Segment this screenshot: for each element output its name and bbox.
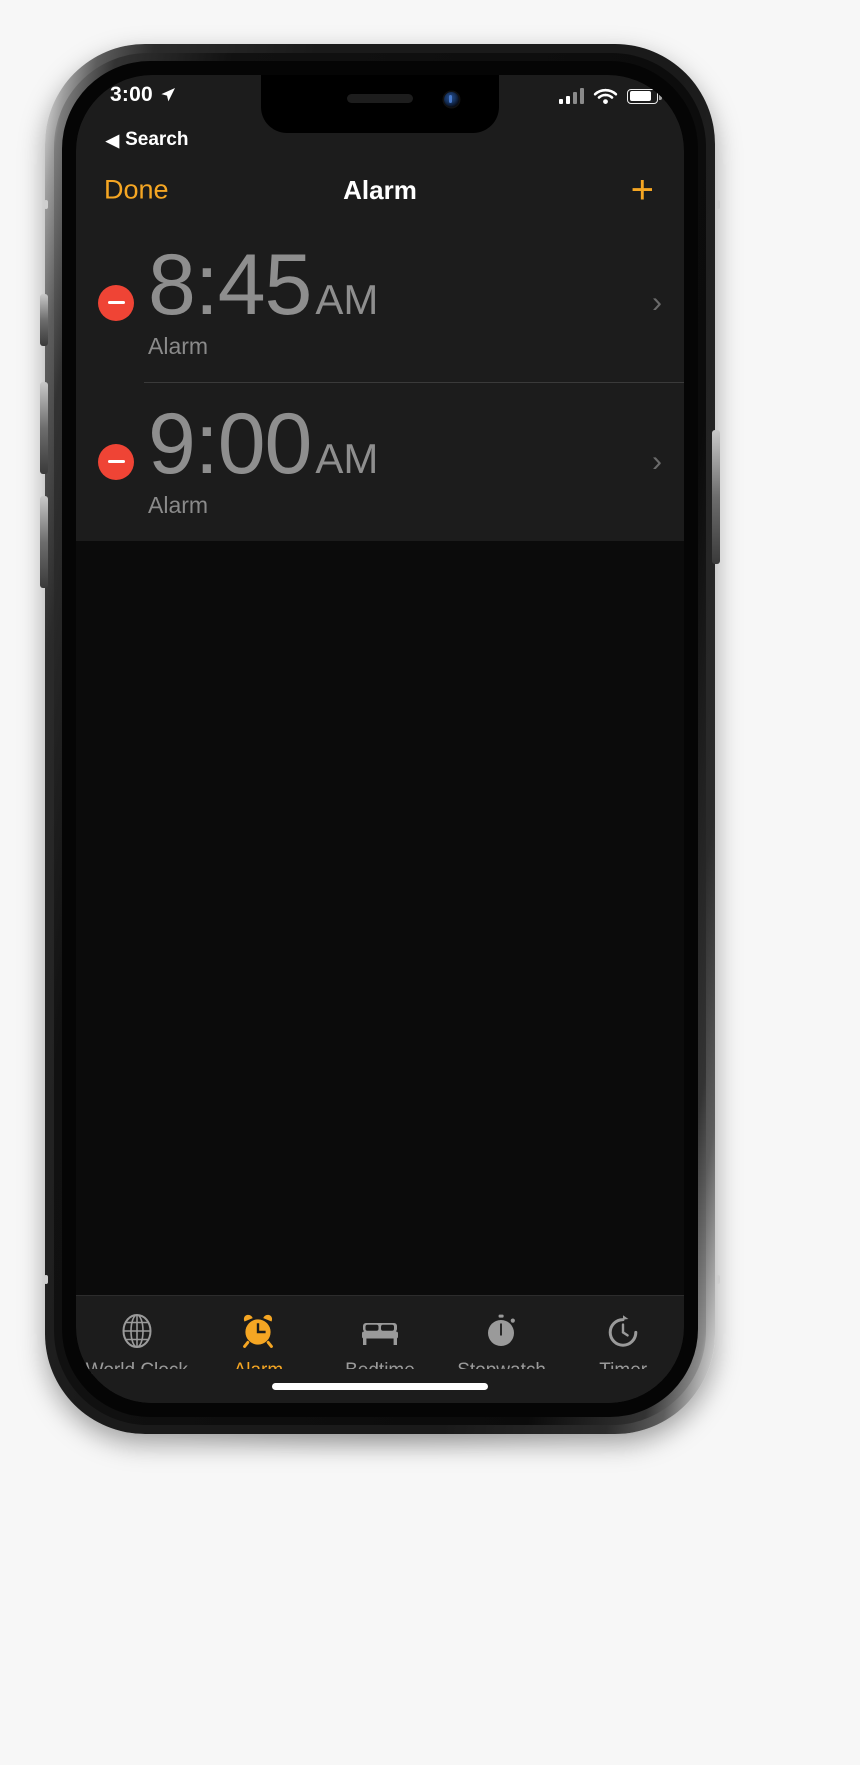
antenna-band <box>44 1275 48 1284</box>
done-button[interactable]: Done <box>104 175 169 206</box>
antenna-band <box>716 1275 720 1284</box>
back-caret-icon: ◀ <box>106 130 120 150</box>
earpiece-speaker <box>347 94 413 103</box>
page-title: Alarm <box>343 174 417 205</box>
status-bar-left: 3:00 <box>110 83 176 107</box>
power-button[interactable] <box>712 430 720 564</box>
chevron-right-icon: › <box>652 285 662 319</box>
add-alarm-button[interactable]: + <box>631 170 654 210</box>
battery-icon <box>627 88 662 104</box>
navigation-bar: Done Alarm + <box>76 157 684 223</box>
clock-app: 3:00 ◀ Search Done Alarm + 8:45 AM Alarm… <box>76 75 684 1403</box>
volume-down-button[interactable] <box>40 496 48 588</box>
alarm-label: Alarm <box>148 491 209 518</box>
row-separator <box>144 382 684 383</box>
alarm-list: 8:45 AM Alarm › 9:00 AM Alarm › <box>76 223 684 541</box>
alarm-info: 9:00 AM Alarm <box>148 396 642 519</box>
minus-circle-icon[interactable] <box>98 443 134 480</box>
status-time: 3:00 <box>110 83 153 106</box>
display-notch <box>261 75 499 133</box>
chevron-right-icon: › <box>652 444 662 478</box>
back-link-label: Search <box>125 129 189 150</box>
alarm-meridiem: AM <box>315 276 379 324</box>
status-bar-right <box>558 87 662 105</box>
alarm-time: 8:45 AM <box>148 237 642 334</box>
table-row[interactable]: 8:45 AM Alarm › <box>76 223 684 382</box>
phone-screen: 3:00 ◀ Search Done Alarm + 8:45 AM Alarm… <box>76 75 684 1403</box>
bed-icon <box>357 1308 403 1354</box>
antenna-band <box>716 200 720 209</box>
screenshot-stage: 3:00 ◀ Search Done Alarm + 8:45 AM Alarm… <box>0 0 860 1765</box>
front-camera-icon <box>444 92 459 107</box>
empty-list-area <box>76 541 684 1295</box>
alarm-time-value: 8:45 <box>148 237 312 334</box>
minus-circle-icon[interactable] <box>98 284 134 321</box>
alarm-info: 8:45 AM Alarm <box>148 237 642 360</box>
stopwatch-icon <box>479 1308 525 1354</box>
mute-switch[interactable] <box>40 294 48 346</box>
location-arrow-icon <box>161 88 175 102</box>
timer-icon <box>600 1308 646 1354</box>
alarm-label: Alarm <box>148 332 209 359</box>
alarm-meridiem: AM <box>315 435 379 483</box>
home-indicator-area <box>76 1369 684 1403</box>
table-row[interactable]: 9:00 AM Alarm › <box>76 382 684 541</box>
alarm-clock-icon <box>235 1308 281 1354</box>
cellular-bars-icon <box>558 88 584 104</box>
alarm-time: 9:00 AM <box>148 396 642 493</box>
alarm-time-value: 9:00 <box>148 396 312 493</box>
globe-icon <box>114 1308 160 1354</box>
volume-up-button[interactable] <box>40 382 48 474</box>
antenna-band <box>44 200 48 209</box>
home-indicator[interactable] <box>272 1382 488 1390</box>
wifi-icon <box>593 88 618 104</box>
